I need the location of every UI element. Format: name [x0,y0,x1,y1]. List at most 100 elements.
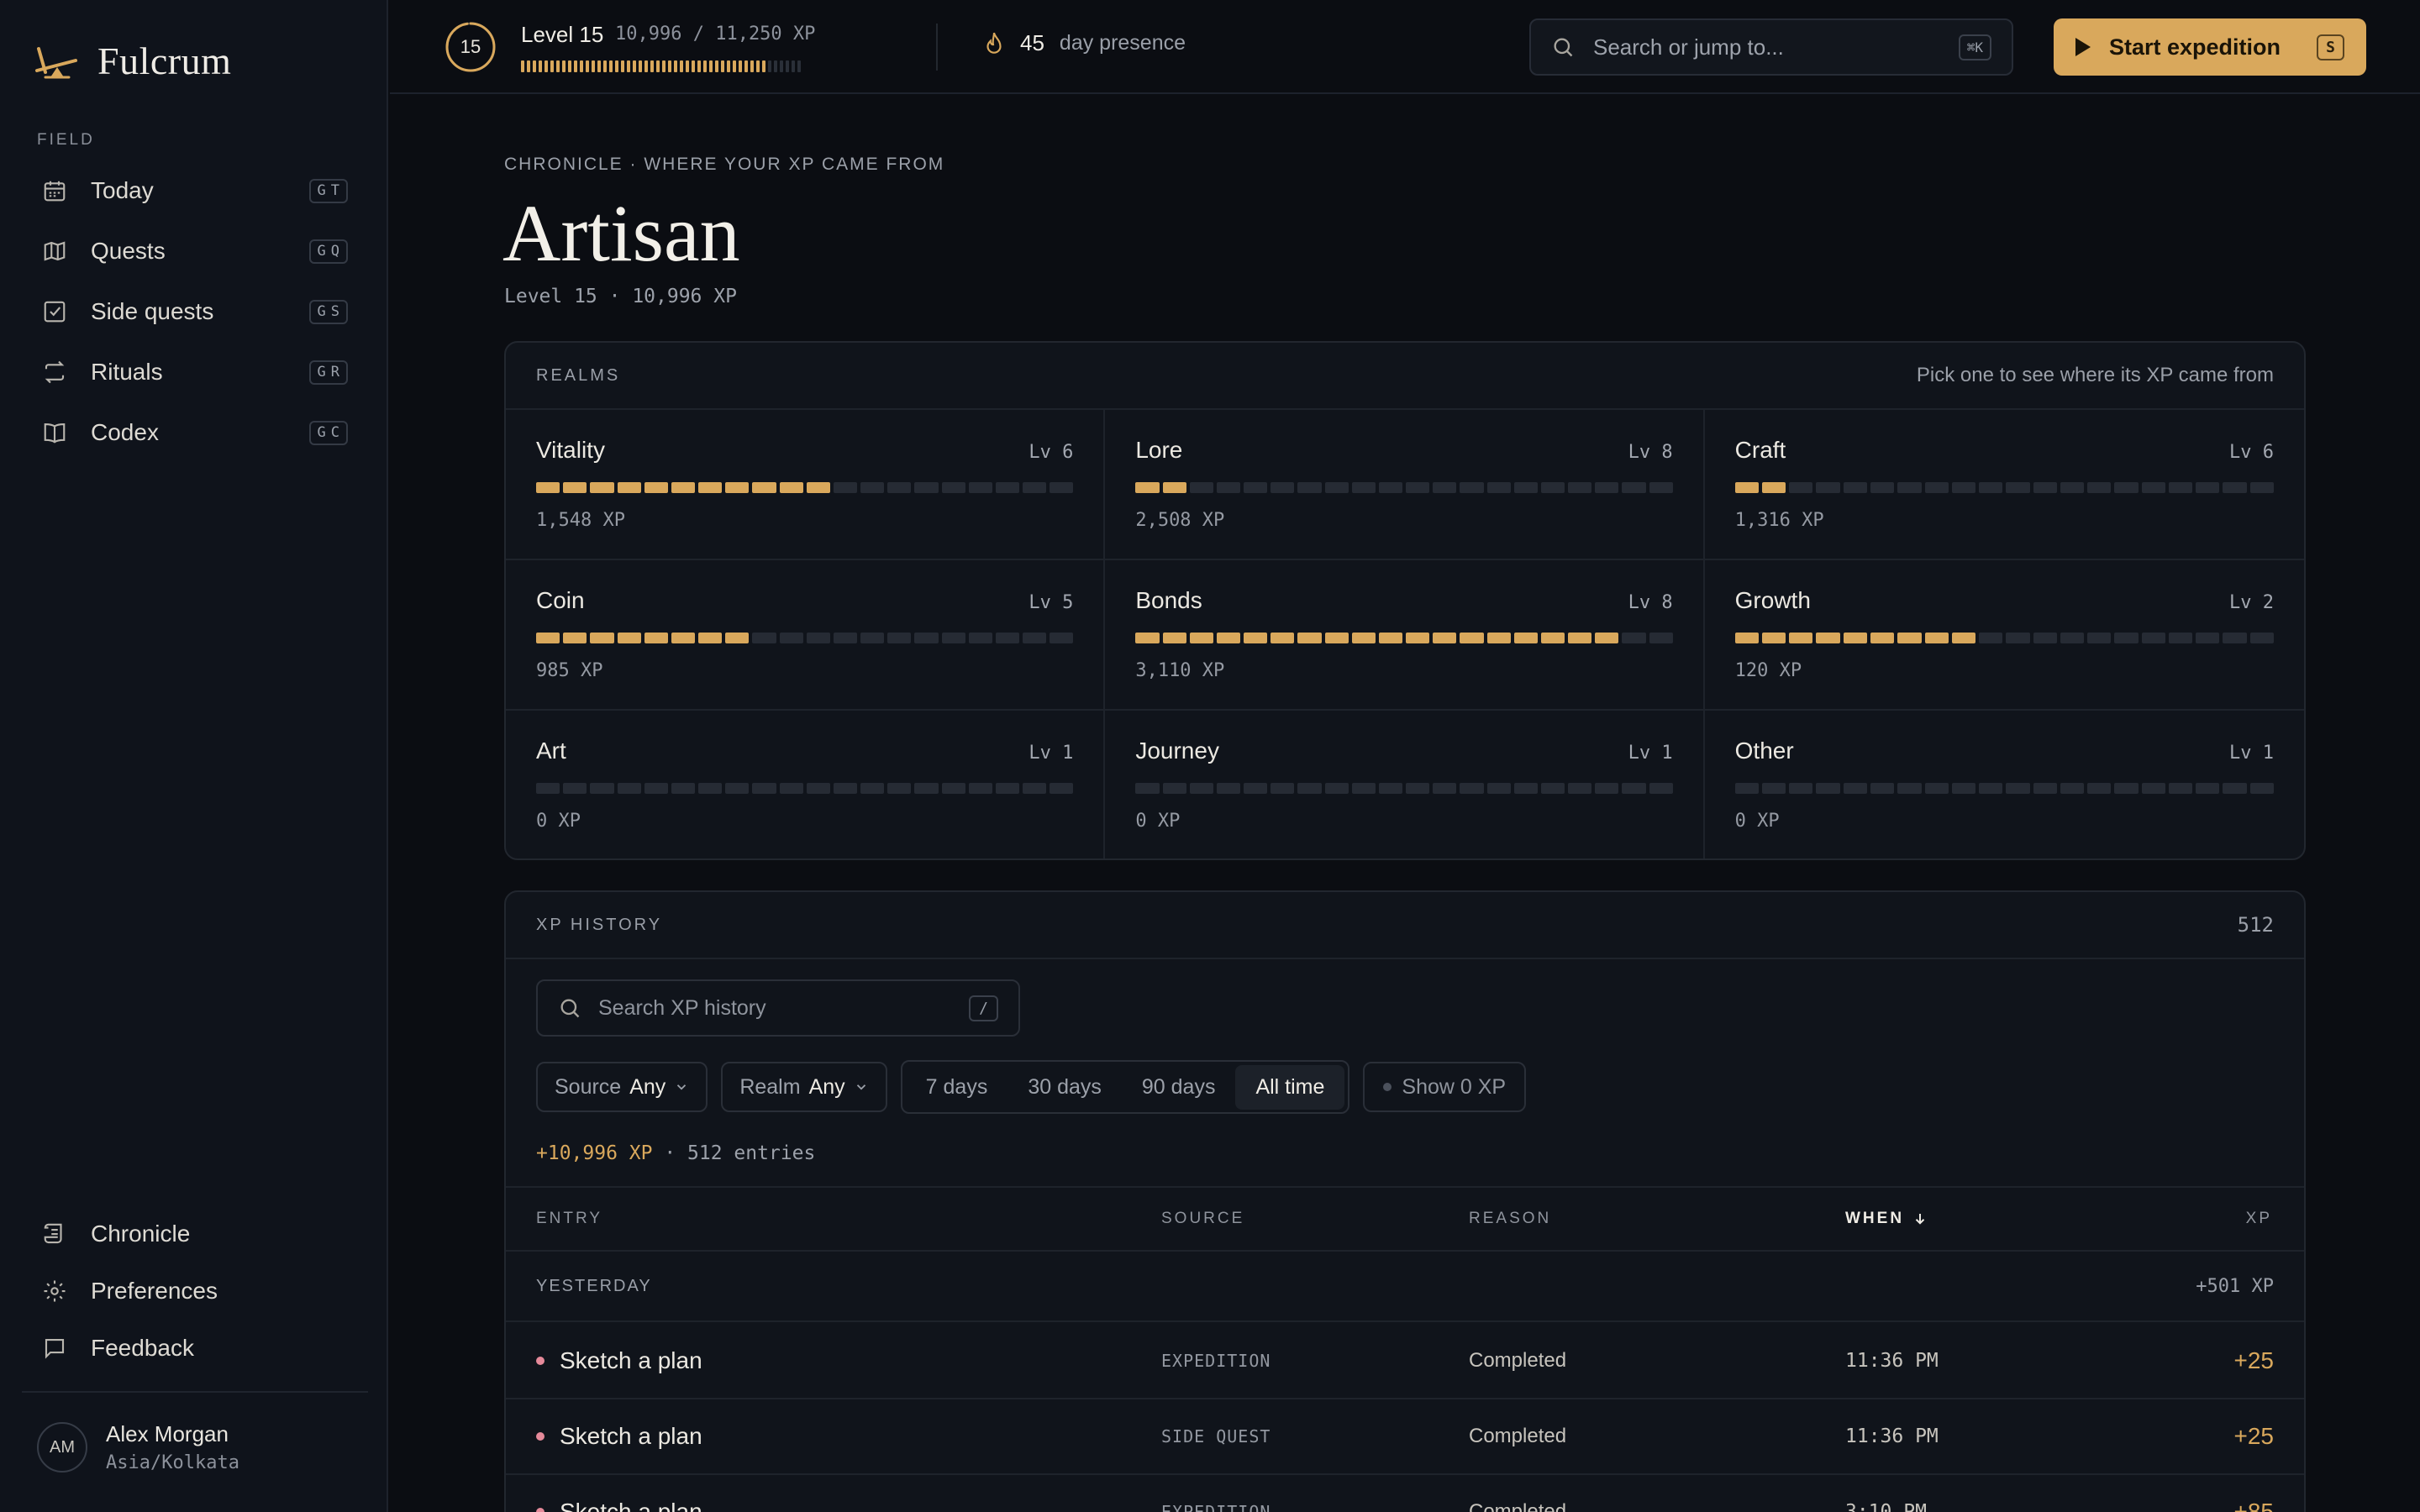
table-row[interactable]: Sketch a plan SIDE QUEST Completed 11:36 PM… [506,1399,2304,1475]
progress-segment [715,60,718,72]
row-reason: Completed [1469,1349,1567,1372]
show-zero-xp-toggle[interactable]: Show 0 XP [1363,1062,1527,1112]
table-row[interactable]: Sketch a plan EXPEDITION Completed 3:10 PM +… [506,1475,2304,1512]
range-option[interactable]: 90 days [1122,1065,1236,1110]
realm-name: Journey [1135,738,1219,764]
progress-segment [1244,482,1268,493]
nav-item-codex[interactable]: Codex GC [22,407,365,459]
realm-card-vitality[interactable]: Vitality Lv 6 1,548 XP [506,410,1106,560]
realm-progress-bar [1734,482,2274,493]
nav-item-rituals[interactable]: Rituals GR [22,346,365,398]
range-option[interactable]: 7 days [906,1065,1008,1110]
row-entry: Sketch a plan [536,1423,702,1450]
primary-nav: Today GT Quests GQ Side quests GS Ritual… [22,165,365,467]
table-header: ENTRY SOURCE REASON WHEN XP [506,1186,2304,1252]
user-timezone: Asia/Kolkata [106,1452,239,1473]
realm-card-growth[interactable]: Growth Lv 2 120 XP [1704,560,2304,711]
realm-level: Lv 1 [1028,743,1074,764]
chevron-down-icon [677,1084,687,1090]
progress-segment [2114,482,2139,493]
progress-segment [2060,783,2085,794]
table-row[interactable]: Sketch a plan EXPEDITION Completed 11:36 PM… [506,1324,2304,1399]
realm-name: Lore [1135,437,1183,463]
realm-header: Craft Lv 6 [1735,437,2274,464]
progress-segment [786,60,789,72]
source-filter-select[interactable]: Source Any [536,1062,708,1112]
realm-level: Lv 8 [1628,442,1673,463]
global-search-input[interactable]: Search or jump to... ⌘K [1529,18,2013,76]
flame-icon [986,32,1002,54]
history-header: XP HISTORY 512 [506,892,2304,959]
realm-card-coin[interactable]: Coin Lv 5 985 XP [506,560,1106,711]
shortcut-badge: GQ [308,239,348,264]
progress-segment [1595,482,1619,493]
nav-item-side-quests[interactable]: Side quests GS [22,286,365,338]
realm-card-craft[interactable]: Craft Lv 6 1,316 XP [1704,410,2304,560]
progress-segment [627,60,630,72]
start-expedition-button[interactable]: Start expedition S [2054,18,2366,76]
progress-segment [1050,482,1074,493]
realms-title: REALMS [536,365,621,385]
progress-segment [1761,482,1786,493]
nav-item-today[interactable]: Today GT [22,165,365,217]
progress-segment [833,783,858,794]
progress-segment [968,482,992,493]
range-option[interactable]: 30 days [1007,1065,1122,1110]
progress-segment [2168,783,2193,794]
progress-segment [1568,633,1592,643]
realm-card-art[interactable]: Art Lv 1 0 XP [506,711,1106,858]
progress-segment [2087,783,2112,794]
progress-segment [1162,482,1186,493]
column-when-sort[interactable]: WHEN [1845,1210,1928,1228]
progress-segment [1761,783,1786,794]
range-option[interactable]: All time [1235,1064,1345,1110]
realm-card-other[interactable]: Other Lv 1 0 XP [1705,711,2304,858]
progress-segment [733,60,736,72]
progress-segment [2114,633,2139,643]
progress-segment [536,482,560,493]
book-icon [42,420,67,445]
nav-item-quests[interactable]: Quests GQ [22,225,365,277]
row-entry: Sketch a plan [536,1347,702,1374]
realm-card-bonds[interactable]: Bonds Lv 8 3,110 XP [1105,560,1705,711]
realm-filter-select[interactable]: Realm Any [721,1062,887,1112]
realm-level: Lv 1 [2229,743,2274,764]
progress-segment [1540,783,1565,794]
progress-segment [1406,783,1430,794]
brand[interactable]: Fulcrum [34,39,231,83]
progress-segment [686,60,689,72]
realm-progress-bar [1734,783,2274,794]
nav-item-feedback[interactable]: Feedback [22,1322,365,1374]
progress-segment [617,633,641,643]
progress-segment [1486,633,1511,643]
realm-card-journey[interactable]: Journey Lv 1 0 XP [1105,711,1705,858]
progress-segment [563,633,587,643]
search-icon [560,999,580,1018]
nav-item-chronicle[interactable]: Chronicle [22,1208,365,1260]
nav-label: Side quests [91,298,214,324]
progress-segment [1351,783,1376,794]
progress-segment [590,783,614,794]
row-xp: +85 [2233,1499,2275,1512]
progress-segment [621,60,624,72]
shortcut-badge: GC [308,420,348,445]
realm-card-lore[interactable]: Lore Lv 8 2,508 XP [1105,410,1705,560]
realm-dot [536,1432,544,1441]
progress-segment [1023,633,1047,643]
nav-item-preferences[interactable]: Preferences [22,1265,365,1317]
filter-label: Realm [739,1074,801,1099]
progress-segment [703,60,707,72]
progress-segment [1734,482,1759,493]
progress-segment [1244,783,1268,794]
progress-segment [617,783,641,794]
presence-count: 45 [1020,30,1044,55]
history-search-input[interactable]: Search XP history / [536,979,1020,1037]
chevron-down-icon [856,1084,865,1090]
progress-segment [1540,633,1565,643]
realm-progress-bar [1135,482,1673,493]
nav-label: Rituals [91,359,163,385]
progress-segment [617,482,641,493]
realms-grid: Vitality Lv 6 1,548 XP Lore Lv 8 2,508 XP Craf… [506,410,2304,858]
realm-header: Journey Lv 1 [1135,738,1672,764]
user-profile[interactable]: AM Alex Morgan Asia/Kolkata [37,1421,239,1473]
